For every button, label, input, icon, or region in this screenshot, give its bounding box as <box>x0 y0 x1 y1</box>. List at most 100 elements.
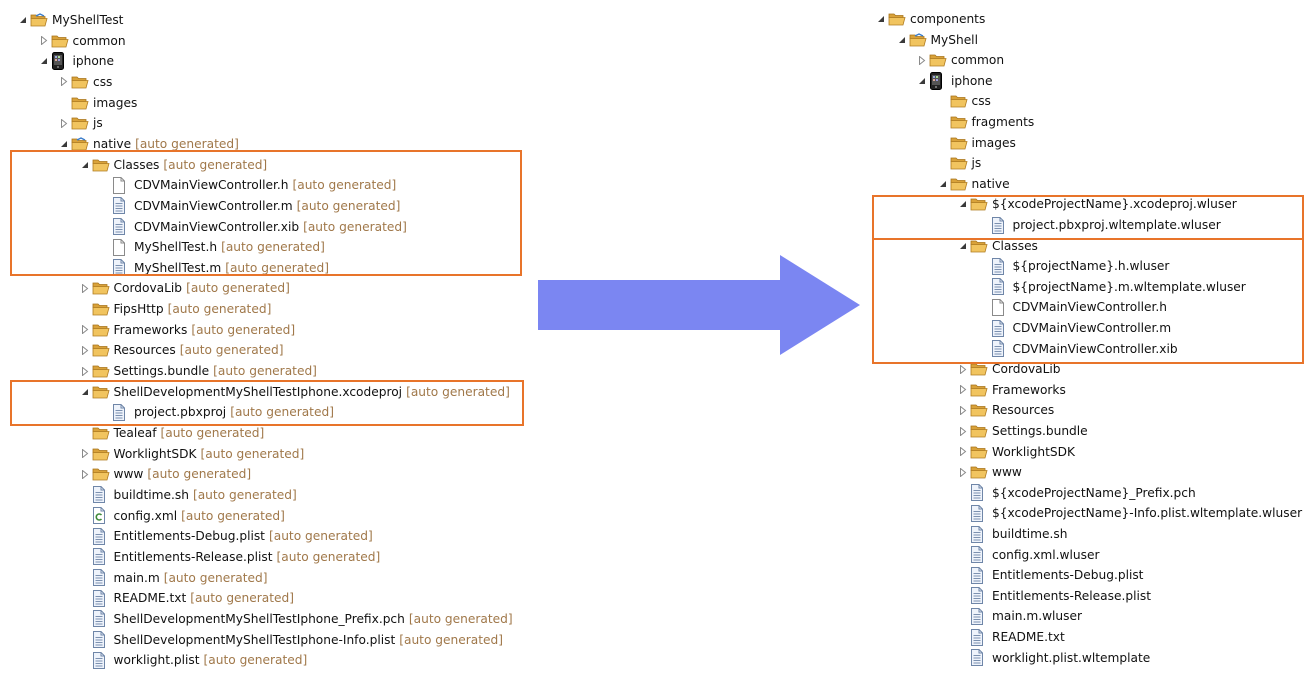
tree-item[interactable]: main.m [auto generated] <box>78 568 267 588</box>
tree-item[interactable]: ${xcodeProjectName}-Info.plist.wltemplat… <box>956 503 1302 523</box>
tree-item[interactable]: WorklightSDK [auto generated] <box>78 444 304 464</box>
tree-item[interactable]: buildtime.sh <box>956 524 1067 544</box>
tree-item[interactable]: Frameworks [auto generated] <box>78 320 296 340</box>
tree-item[interactable]: www [auto generated] <box>78 464 251 484</box>
folder-icon <box>92 299 112 319</box>
expanded-arrow-icon[interactable] <box>915 71 929 91</box>
text-file-icon <box>970 627 990 647</box>
tree-item[interactable]: css <box>57 72 112 92</box>
no-toggle-spacer <box>57 93 71 113</box>
tree-item[interactable]: common <box>37 31 126 51</box>
tree-item[interactable]: Frameworks <box>956 380 1066 400</box>
tree-item[interactable]: buildtime.sh [auto generated] <box>78 485 297 505</box>
text-file-icon <box>970 524 990 544</box>
collapsed-arrow-icon[interactable] <box>78 320 92 340</box>
expanded-arrow-icon[interactable] <box>37 51 51 71</box>
tree-item[interactable]: main.m.wluser <box>956 606 1082 626</box>
collapsed-arrow-icon[interactable] <box>78 340 92 360</box>
collapsed-arrow-icon[interactable] <box>956 462 970 482</box>
tree-item[interactable]: README.txt <box>956 627 1065 647</box>
collapsed-arrow-icon[interactable] <box>78 464 92 484</box>
auto-generated-suffix: [auto generated] <box>167 302 272 317</box>
tree-item[interactable]: Entitlements-Release.plist <box>956 586 1151 606</box>
folder-icon <box>950 153 970 173</box>
tree-item[interactable]: Entitlements-Release.plist [auto generate… <box>78 547 380 567</box>
folder-icon <box>950 174 970 194</box>
tree-item[interactable]: Resources [auto generated] <box>78 340 284 360</box>
collapsed-arrow-icon[interactable] <box>57 72 71 92</box>
collapsed-arrow-icon[interactable] <box>956 421 970 441</box>
tree-item[interactable]: CordovaLib [auto generated] <box>78 278 290 298</box>
tree-item[interactable]: js <box>936 153 981 173</box>
tree-item[interactable]: iphone <box>37 51 114 71</box>
tree-item[interactable]: images <box>57 93 137 113</box>
tree-item[interactable]: css <box>936 91 991 111</box>
auto-generated-suffix: [auto generated] <box>181 508 285 523</box>
tree-item[interactable]: fragments <box>936 112 1034 132</box>
collapsed-arrow-icon[interactable] <box>956 380 970 400</box>
tree-item[interactable]: worklight.plist [auto generated] <box>78 650 307 670</box>
tree-item[interactable]: Settings.bundle <box>956 421 1088 441</box>
expanded-arrow-icon[interactable] <box>895 30 909 50</box>
folder-icon <box>71 72 91 92</box>
auto-generated-suffix: [auto generated] <box>191 322 296 337</box>
folder-icon <box>92 320 112 340</box>
tree-item-label: FipsHttp <box>113 302 164 317</box>
tree-item[interactable]: components <box>874 9 985 29</box>
tree-item[interactable]: Tealeaf [auto generated] <box>78 423 265 443</box>
tree-item[interactable]: common <box>915 50 1004 70</box>
tree-item[interactable]: Resources <box>956 400 1054 420</box>
collapsed-arrow-icon[interactable] <box>57 113 71 133</box>
tree-item-label: Frameworks <box>113 322 188 337</box>
folder-icon <box>950 91 970 111</box>
tree-item[interactable]: iphone <box>915 71 993 91</box>
collapsed-arrow-icon[interactable] <box>956 400 970 420</box>
tree-item-label: common <box>951 53 1005 68</box>
tree-item[interactable]: MyShell <box>895 30 978 50</box>
collapsed-arrow-icon[interactable] <box>956 442 970 462</box>
tree-item[interactable]: Settings.bundle [auto generated] <box>78 361 317 381</box>
text-file-icon <box>970 586 990 606</box>
tree-item[interactable]: config.xml [auto generated] <box>78 506 285 526</box>
auto-generated-suffix: [auto generated] <box>408 611 513 626</box>
tree-item[interactable]: native <box>936 174 1010 194</box>
right-arrow-icon <box>538 255 860 355</box>
tree-item[interactable]: ShellDevelopmentMyShellTestIphone_Prefix… <box>78 609 513 629</box>
tree-item-label: MyShellTest <box>52 13 124 27</box>
left-project-tree: MyShellTest common iphone css images js native… <box>0 0 540 686</box>
tree-item[interactable]: MyShellTest <box>16 10 123 30</box>
folder-icon <box>51 31 71 51</box>
tree-item[interactable]: js <box>57 113 103 133</box>
tree-item[interactable]: Entitlements-Debug.plist <box>956 565 1143 585</box>
expanded-arrow-icon[interactable] <box>16 10 30 30</box>
collapsed-arrow-icon[interactable] <box>78 361 92 381</box>
folder-icon <box>92 444 112 464</box>
no-toggle-spacer <box>956 627 970 647</box>
collapsed-arrow-icon[interactable] <box>78 278 92 298</box>
folder-icon <box>71 113 91 133</box>
tree-item[interactable]: WorklightSDK <box>956 442 1075 462</box>
tree-item[interactable]: FipsHttp [auto generated] <box>78 299 272 319</box>
collapsed-arrow-icon[interactable] <box>915 50 929 70</box>
auto-generated-suffix: [auto generated] <box>192 487 297 502</box>
tree-item[interactable]: images <box>936 133 1016 153</box>
no-toggle-spacer <box>78 423 92 443</box>
collapsed-arrow-icon[interactable] <box>78 444 92 464</box>
tree-item-label: Tealeaf <box>113 426 157 440</box>
tree-item[interactable]: worklight.plist.wltemplate <box>956 648 1150 668</box>
tree-item[interactable]: ShellDevelopmentMyShellTestIphone-Info.p… <box>78 630 503 650</box>
no-toggle-spacer <box>78 630 92 650</box>
tree-item[interactable]: ${xcodeProjectName}_Prefix.pch <box>956 483 1196 503</box>
tree-item[interactable]: README.txt [auto generated] <box>78 588 294 608</box>
tree-item[interactable]: www <box>956 462 1022 482</box>
expanded-arrow-icon[interactable] <box>936 174 950 194</box>
tree-item[interactable]: config.xml.wluser <box>956 545 1099 565</box>
auto-generated-suffix: [auto generated] <box>160 426 265 440</box>
tree-item[interactable]: Entitlements-Debug.plist [auto generated] <box>78 526 373 546</box>
folder-icon <box>970 380 990 400</box>
project-folder-icon <box>30 10 50 30</box>
expanded-arrow-icon[interactable] <box>874 9 888 29</box>
tree-item-label: ${xcodeProjectName}_Prefix.pch <box>992 485 1196 500</box>
collapsed-arrow-icon[interactable] <box>37 31 51 51</box>
no-toggle-spacer <box>78 650 92 670</box>
